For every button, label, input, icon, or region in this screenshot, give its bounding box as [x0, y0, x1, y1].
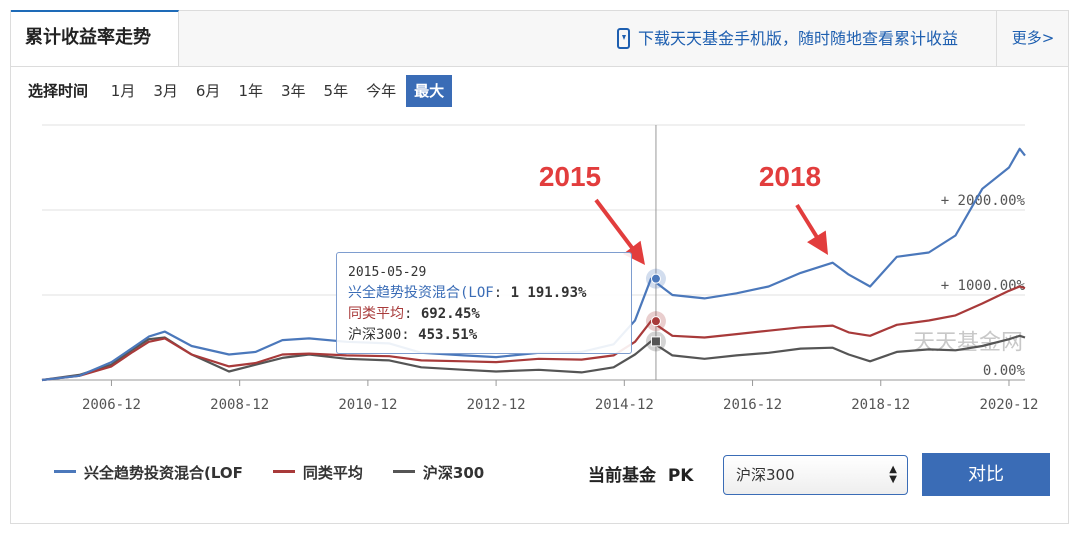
tooltip-series-value: 692.45%	[420, 306, 480, 322]
tooltip-row: 沪深300: 453.51%	[348, 327, 478, 343]
tooltip-series-label: 兴全趋势投资混合(LOF	[348, 285, 494, 301]
x-tick-label: 2020-12	[979, 397, 1038, 413]
x-tick-label: 2006-12	[82, 397, 141, 413]
x-tick-label: 2014-12	[595, 397, 654, 413]
legend-item[interactable]: 兴全趋势投资混合(LOF	[54, 462, 243, 483]
highlight-marker	[650, 316, 661, 327]
x-tick-label: 2018-12	[851, 397, 910, 413]
legend-swatch	[272, 470, 295, 473]
legend-swatch	[54, 470, 76, 473]
y-tick-label: 0.00%	[983, 363, 1026, 379]
highlight-marker	[650, 336, 661, 347]
legend-item[interactable]: 沪深300	[392, 462, 485, 483]
tooltip-series-value: 453.51%	[418, 327, 478, 343]
y-tick-label: + 1000.00%	[941, 278, 1026, 294]
legend-item[interactable]: 同类平均	[272, 462, 363, 483]
legend-swatch	[392, 470, 415, 473]
tooltip-row: 兴全趋势投资混合(LOF: 1 191.93%	[348, 285, 587, 301]
legend-label: 沪深300	[422, 464, 485, 482]
x-tick-label: 2012-12	[467, 397, 526, 413]
tooltip-series-value: 1 191.93%	[510, 285, 587, 301]
tooltip-row: 同类平均: 692.45%	[348, 306, 480, 322]
highlight-marker	[650, 273, 661, 284]
chart-tooltip: 2015-05-29 兴全趋势投资混合(LOF: 1 191.93% 同类平均: …	[336, 252, 632, 354]
tooltip-date: 2015-05-29	[348, 265, 427, 280]
tooltip-series-label: 同类平均	[348, 306, 404, 322]
x-tick-label: 2008-12	[210, 397, 269, 413]
pk-selected-value: 沪深300	[736, 466, 795, 484]
x-tick-label: 2010-12	[338, 397, 397, 413]
pk-fund-select[interactable]: 沪深300 ▲ ▼	[723, 455, 908, 495]
annotation-arrow-head	[807, 230, 828, 255]
x-tick-label: 2016-12	[723, 397, 782, 413]
watermark: 天天基金网	[913, 330, 1023, 355]
legend-label: 同类平均	[302, 464, 363, 482]
y-tick-label: + 2000.00%	[941, 193, 1026, 209]
pk-label: 当前基金 PK	[588, 466, 694, 486]
compare-button[interactable]: 对比	[922, 453, 1050, 496]
annotation-label: 2015	[539, 161, 601, 192]
annotation-arrow-shaft	[594, 198, 636, 252]
legend-label: 兴全趋势投资混合(LOF	[84, 464, 243, 482]
chart-legend: 兴全趋势投资混合(LOF 同类平均 沪深300	[54, 462, 514, 483]
annotation-label: 2018	[759, 161, 821, 192]
select-updown-icon: ▲ ▼	[889, 464, 897, 485]
tooltip-series-label: 沪深300	[348, 327, 402, 343]
